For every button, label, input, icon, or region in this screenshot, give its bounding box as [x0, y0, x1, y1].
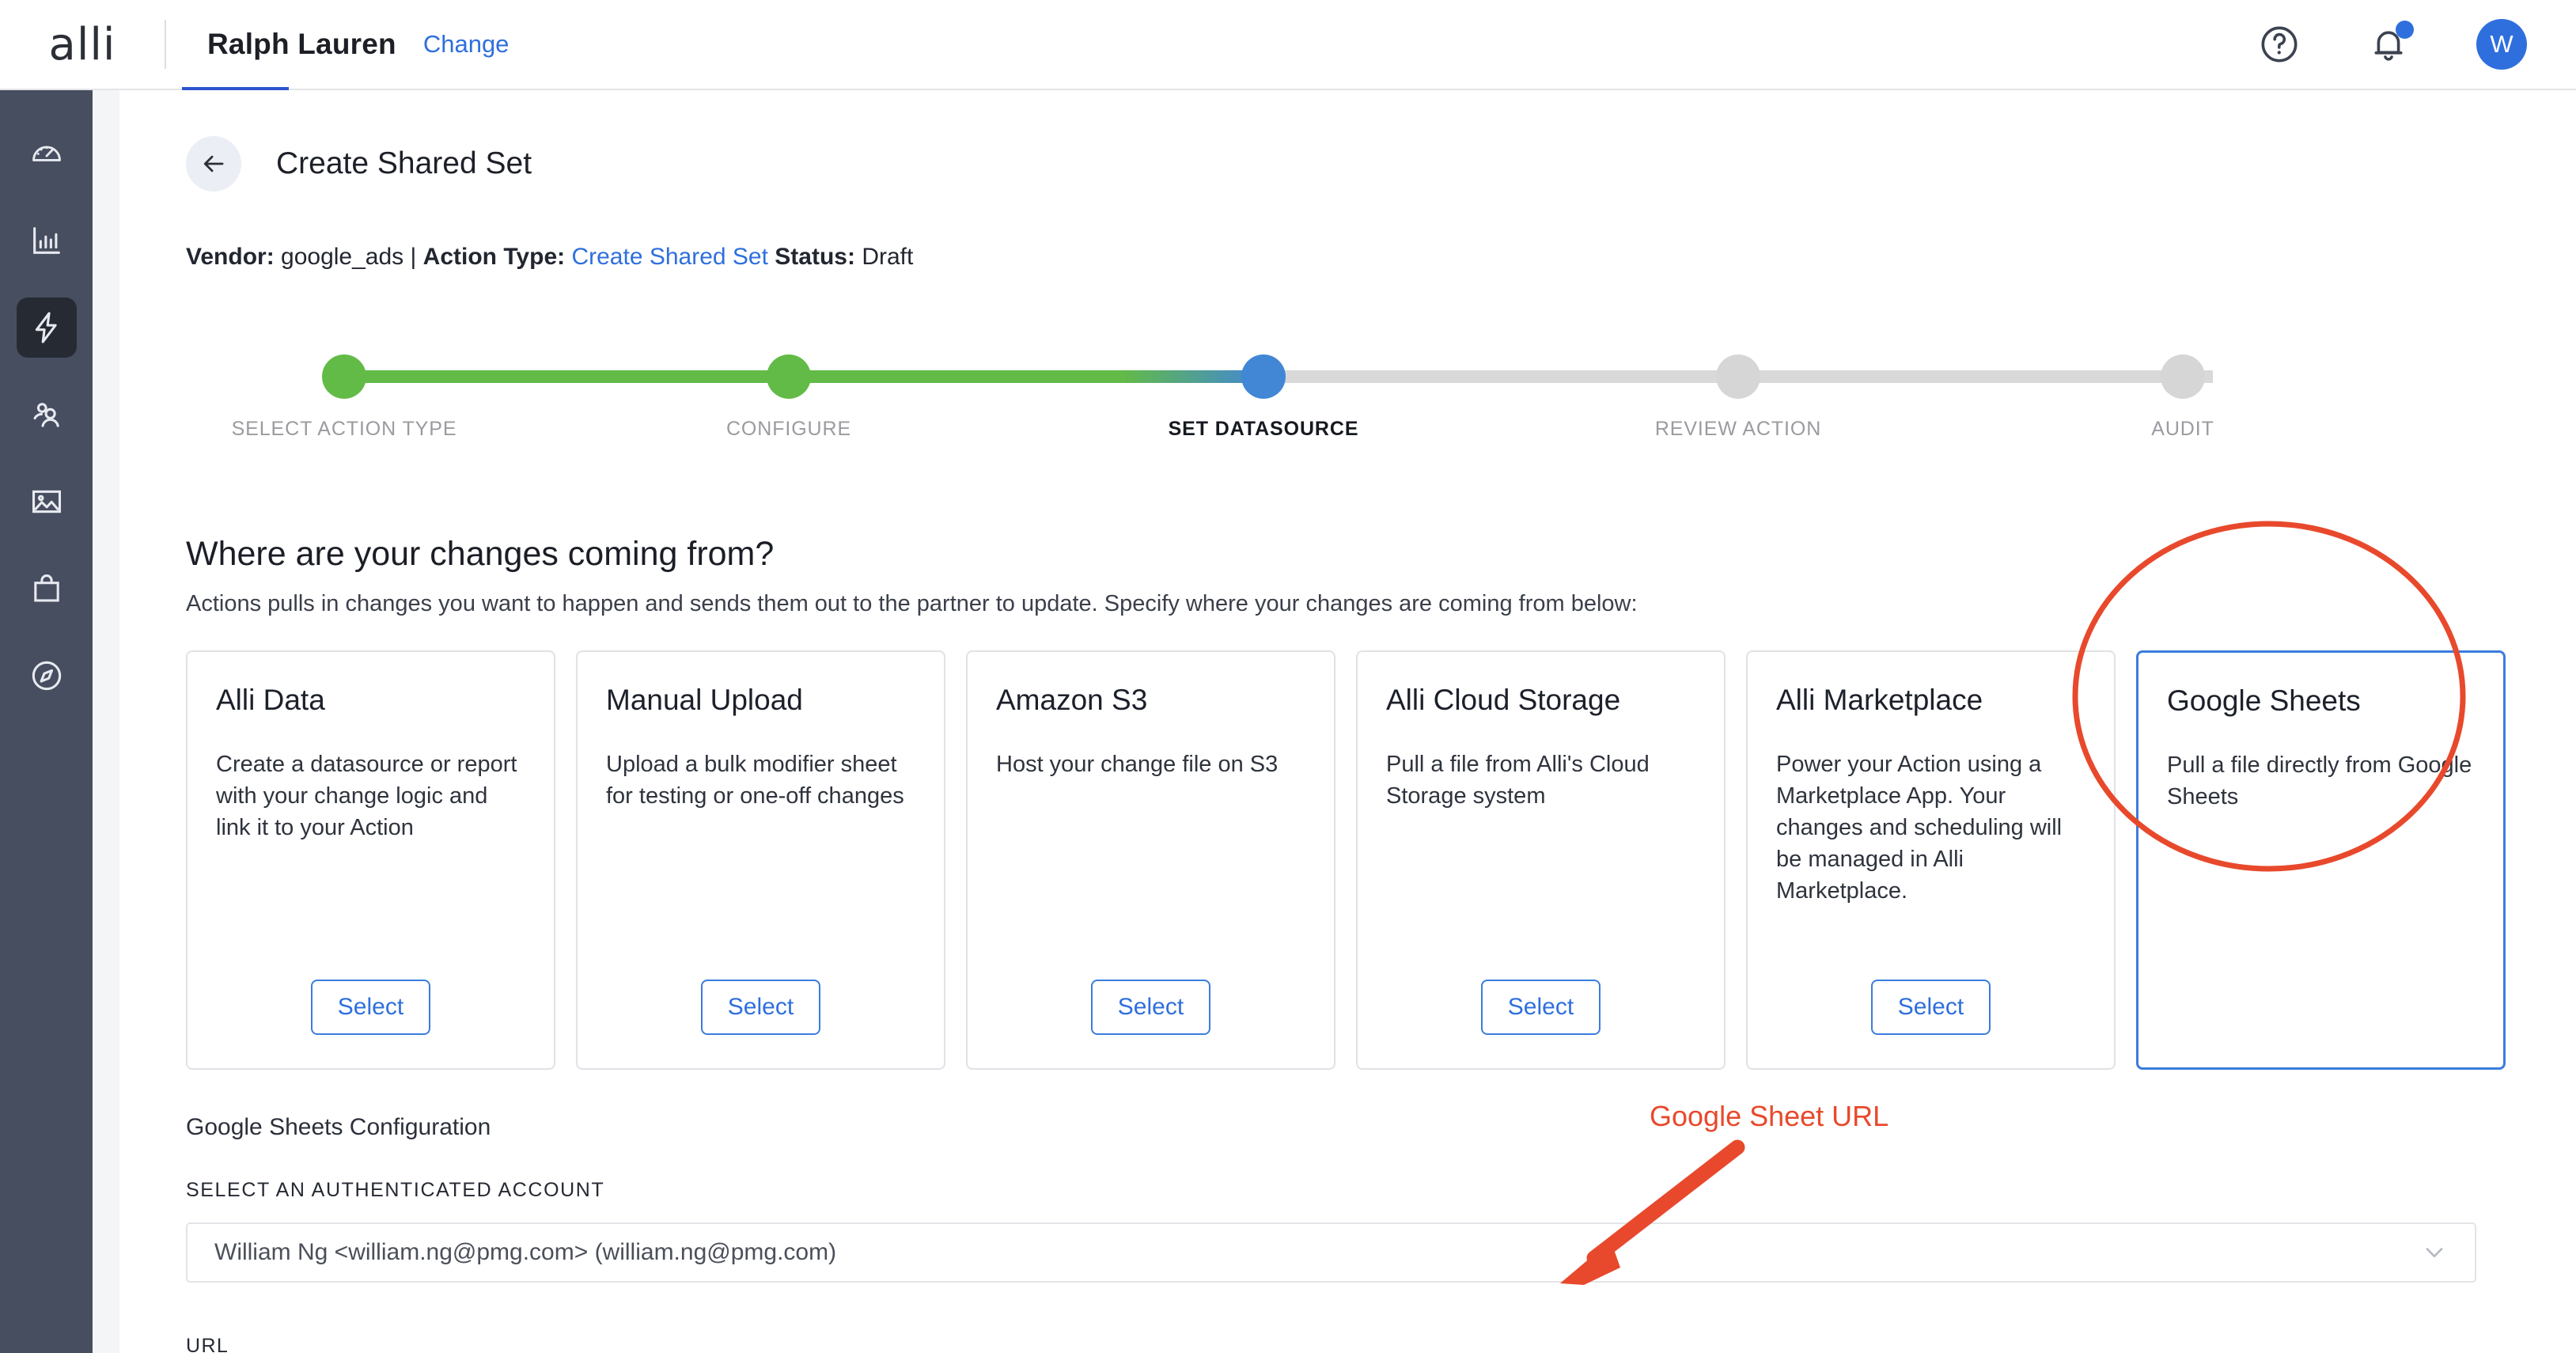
sidebar-item-explore[interactable]: [17, 646, 77, 706]
sidebar-item-audiences[interactable]: [17, 385, 77, 445]
sidebar-item-dashboard[interactable]: [17, 123, 77, 184]
notification-badge-dot: [2396, 21, 2414, 39]
progress-stepper: SELECT ACTION TYPE CONFIGURE SET DATASOU…: [186, 345, 2457, 448]
brand-name: Ralph Lauren: [207, 28, 396, 61]
card-title: Alli Data: [216, 684, 525, 717]
vendor-label: Vendor:: [186, 244, 275, 270]
step-node-1[interactable]: [322, 354, 366, 399]
step-node-5[interactable]: [2161, 354, 2205, 399]
chevron-down-icon[interactable]: [2421, 1239, 2448, 1266]
card-button-row: Select: [1776, 980, 2085, 1068]
status-value: Draft: [862, 244, 913, 270]
step-node-2[interactable]: [767, 354, 811, 399]
annotation-label-sheet-url: Google Sheet URL: [1650, 1100, 1888, 1133]
change-brand-link[interactable]: Change: [423, 30, 510, 59]
meta-separator: |: [411, 244, 417, 270]
avatar[interactable]: W: [2476, 19, 2527, 70]
select-button[interactable]: Select: [1871, 980, 1991, 1035]
card-title: Alli Marketplace: [1776, 684, 2085, 717]
card-button-row: Select: [996, 980, 1305, 1068]
page-title: Create Shared Set: [276, 146, 532, 181]
brand-block: Ralph Lauren Change: [207, 28, 509, 61]
datasource-card-amazon-s3[interactable]: Amazon S3 Host your change file on S3 Se…: [966, 650, 1335, 1070]
account-field-label: SELECT AN AUTHENTICATED ACCOUNT: [186, 1179, 2576, 1202]
step-label-5: AUDIT: [2151, 418, 2214, 441]
card-title: Google Sheets: [2167, 684, 2475, 718]
step-label-3: SET DATASOURCE: [1169, 418, 1359, 441]
card-title: Manual Upload: [606, 684, 915, 717]
alli-logo[interactable]: alli: [0, 19, 165, 70]
app-root: alli Ralph Lauren Change: [0, 0, 2576, 1353]
main-content: Create Shared Set Vendor: google_ads | A…: [119, 90, 2576, 1353]
logo-text: alli: [49, 19, 116, 70]
action-type-label: Action Type:: [423, 244, 565, 270]
sidebar-rail: [0, 90, 93, 1353]
action-meta: Vendor: google_ads | Action Type: Create…: [186, 245, 2576, 269]
config-section-title: Google Sheets Configuration: [186, 1114, 2576, 1141]
step-label-4: REVIEW ACTION: [1655, 418, 1821, 441]
datasource-card-google-sheets[interactable]: Google Sheets Pull a file directly from …: [2136, 650, 2506, 1070]
step-label-1: SELECT ACTION TYPE: [232, 418, 457, 441]
step-node-3[interactable]: [1241, 354, 1286, 399]
select-button[interactable]: Select: [701, 980, 820, 1035]
header-divider: [165, 20, 166, 69]
action-type-link[interactable]: Create Shared Set: [571, 244, 767, 270]
top-header: alli Ralph Lauren Change: [0, 0, 2576, 90]
datasource-card-grid: Alli Data Create a datasource or report …: [186, 650, 2520, 1070]
question-circle-icon[interactable]: [2258, 23, 2301, 66]
datasource-card-alli-marketplace[interactable]: Alli Marketplace Power your Action using…: [1746, 650, 2116, 1070]
section-heading: Where are your changes coming from?: [186, 535, 2576, 574]
card-description: Power your Action using a Marketplace Ap…: [1776, 749, 2085, 907]
card-button-row: Select: [606, 980, 915, 1068]
sidebar-item-reports[interactable]: [17, 210, 77, 271]
notification-bell-icon[interactable]: [2367, 23, 2410, 66]
status-label: Status:: [775, 244, 855, 270]
step-node-4[interactable]: [1716, 354, 1760, 399]
sidebar-item-commerce[interactable]: [17, 559, 77, 619]
authenticated-account-select[interactable]: William Ng <william.ng@pmg.com> (william…: [186, 1222, 2476, 1283]
page-header: Create Shared Set: [119, 90, 2576, 191]
datasource-card-manual-upload[interactable]: Manual Upload Upload a bulk modifier she…: [576, 650, 945, 1070]
section-subheading: Actions pulls in changes you want to hap…: [186, 591, 2576, 617]
sidebar-item-actions[interactable]: [17, 298, 77, 358]
sidebar-item-creative[interactable]: [17, 472, 77, 532]
arrow-left-icon[interactable]: [186, 136, 241, 191]
card-title: Amazon S3: [996, 684, 1305, 717]
datasource-card-alli-data[interactable]: Alli Data Create a datasource or report …: [186, 650, 555, 1070]
select-button[interactable]: Select: [1481, 980, 1601, 1035]
header-actions: W: [2258, 19, 2576, 70]
card-description: Pull a file directly from Google Sheets: [2167, 749, 2475, 813]
account-selected-value: William Ng <william.ng@pmg.com> (william…: [214, 1239, 836, 1266]
select-button[interactable]: Select: [1091, 980, 1210, 1035]
card-description: Host your change file on S3: [996, 749, 1305, 780]
datasource-card-alli-cloud-storage[interactable]: Alli Cloud Storage Pull a file from Alli…: [1356, 650, 1726, 1070]
card-button-row: Select: [1386, 980, 1695, 1068]
card-description: Create a datasource or report with your …: [216, 749, 525, 843]
url-field-label: URL: [186, 1335, 2576, 1353]
card-button-row: Select: [216, 980, 525, 1068]
card-description: Upload a bulk modifier sheet for testing…: [606, 749, 915, 812]
card-title: Alli Cloud Storage: [1386, 684, 1695, 717]
card-description: Pull a file from Alli's Cloud Storage sy…: [1386, 749, 1695, 812]
select-button[interactable]: Select: [311, 980, 430, 1035]
vendor-value: google_ads: [281, 244, 403, 270]
step-label-2: CONFIGURE: [726, 418, 851, 441]
